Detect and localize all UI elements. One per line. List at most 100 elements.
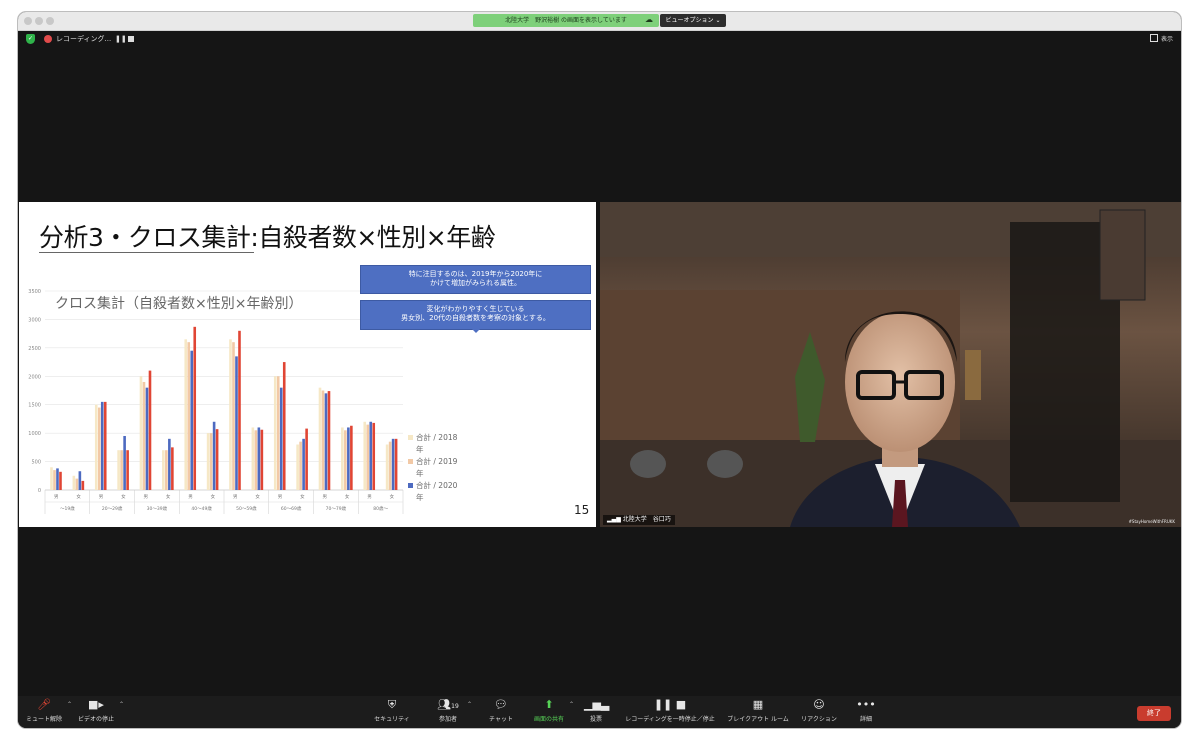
pause-recording-icon[interactable]: ❚❚ xyxy=(115,34,127,44)
bar xyxy=(53,470,56,490)
y-tick-label: 1500 xyxy=(28,403,41,409)
chevron-up-icon[interactable]: ⌃ xyxy=(569,701,574,708)
legend-label-suffix: 年 xyxy=(416,444,424,454)
more-dots-icon: ••• xyxy=(856,698,876,711)
chevron-up-icon[interactable]: ⌃ xyxy=(119,701,124,708)
chevron-up-icon[interactable]: ⌃ xyxy=(467,701,472,708)
video-frame xyxy=(600,202,1181,527)
polls-button[interactable]: ▁▅▃ 投票 xyxy=(584,699,609,724)
bar xyxy=(254,430,258,490)
bar xyxy=(148,370,152,490)
video-camera-icon: ■▸ xyxy=(88,698,104,711)
bar xyxy=(251,427,255,490)
y-tick-label: 1000 xyxy=(28,431,41,437)
end-meeting-button[interactable]: 終了 xyxy=(1137,706,1171,721)
bar xyxy=(120,450,123,490)
x-sex-label: 女 xyxy=(390,493,395,500)
x-sex-label: 男 xyxy=(233,494,238,500)
chart-title: クロス集計（自殺者数×性別×年齢別） xyxy=(55,296,303,312)
chat-button[interactable]: 💬︎ チャット xyxy=(484,698,518,724)
legend-label: 合計 / 2019 xyxy=(416,456,458,466)
breakout-rooms-label: ブレイクアウト ルーム xyxy=(727,716,789,723)
bar xyxy=(321,390,325,490)
bar xyxy=(257,427,261,490)
bar xyxy=(273,376,277,490)
recording-icon xyxy=(44,35,52,43)
bar xyxy=(388,441,392,490)
bar xyxy=(350,425,353,490)
bar xyxy=(232,342,235,490)
emoji-plus-icon: ☺ xyxy=(813,698,825,711)
participants-label: 参加者 xyxy=(438,716,457,723)
breakout-rooms-button[interactable]: ▦ ブレイクアウト ルーム xyxy=(726,699,790,724)
shield-check-icon[interactable]: ✓ xyxy=(26,34,35,44)
close-window-button[interactable] xyxy=(24,17,32,25)
share-screen-label: 画面の共有 xyxy=(533,716,564,723)
bar xyxy=(184,339,188,490)
participants-count: 19 xyxy=(451,703,459,710)
reactions-label: リアクション xyxy=(801,716,837,723)
bar xyxy=(206,433,210,490)
reactions-button[interactable]: ☺ リアクション xyxy=(798,698,840,724)
wall-art xyxy=(1099,209,1146,301)
view-toggle-button[interactable]: 表示 xyxy=(1149,34,1173,45)
unmute-button[interactable]: 🎤︎ ミュート解除 ⌃ xyxy=(24,699,72,724)
legend-swatch xyxy=(408,435,413,440)
view-options-button[interactable]: ビューオプション ⌄ xyxy=(660,14,726,27)
y-tick-label: 0 xyxy=(38,488,41,494)
more-button[interactable]: ••• 詳細 xyxy=(854,698,878,724)
security-button[interactable]: ⛨ セキュリティ xyxy=(370,699,414,724)
bar xyxy=(190,350,194,490)
signal-icon: ▂▄▆ xyxy=(607,516,623,523)
zoom-window-button[interactable] xyxy=(46,17,54,25)
bar xyxy=(103,401,107,490)
x-sex-label: 女 xyxy=(345,493,350,500)
callout-1-line-2: かけて増加がみられる属性。 xyxy=(430,279,521,287)
chat-bubble-icon: 💬︎ xyxy=(494,698,508,711)
legend-label: 合計 / 2018 xyxy=(416,432,458,442)
y-tick-label: 3000 xyxy=(28,317,41,323)
bar xyxy=(78,471,82,490)
callout-box-1: 特に注目するのは、2019年から2020年に かけて増加がみられる属性。 xyxy=(361,266,590,293)
pause-stop-icon: ❚❚ ■ xyxy=(653,698,687,711)
callout-1-line-1: 特に注目するのは、2019年から2020年に xyxy=(408,270,543,278)
x-sex-label: 女 xyxy=(76,493,81,500)
shared-slide: 分析3・クロス集計:自殺者数×性別×年齢 0 500 1000 1500 2000 250… xyxy=(19,202,596,527)
minimize-window-button[interactable] xyxy=(35,17,43,25)
bar xyxy=(363,421,367,490)
cloud-icon: ☁ xyxy=(645,15,653,24)
y-tick-label: 2500 xyxy=(28,346,41,352)
legend-label-suffix: 年 xyxy=(416,492,424,502)
bar xyxy=(299,441,302,490)
bar xyxy=(391,438,395,490)
x-sex-label: 女 xyxy=(300,493,305,500)
participants-button[interactable]: 👥︎19 参加者 ⌃ xyxy=(432,699,472,724)
share-screen-button[interactable]: ⬆ 画面の共有 ⌃ xyxy=(532,698,574,724)
chevron-up-icon[interactable]: ⌃ xyxy=(67,701,72,708)
stop-recording-icon[interactable] xyxy=(128,36,134,42)
participant-video[interactable]: ▂▄▆ 北陸大学 谷口巧 #StayHomeWithFRUKK xyxy=(600,202,1181,527)
x-sex-label: 男 xyxy=(322,494,327,500)
meeting-toolbar: 🎤︎ ミュート解除 ⌃ ■▸ ビデオの停止 ⌃ ⛨ セキュリティ 👥︎19 参加者 ⌃ 💬︎ チ… xyxy=(18,696,1181,728)
bar xyxy=(209,433,213,490)
slide-page-number: 15 xyxy=(574,503,590,517)
more-label: 詳細 xyxy=(859,716,872,723)
bar xyxy=(366,424,370,490)
x-sex-label: 女 xyxy=(121,493,126,500)
x-age-label: 50〜59歳 xyxy=(236,505,257,512)
legend-swatch xyxy=(408,483,413,488)
bar xyxy=(97,407,101,490)
bar xyxy=(126,450,129,490)
stop-video-button[interactable]: ■▸ ビデオの停止 ⌃ xyxy=(76,698,124,724)
share-screen-icon: ⬆ xyxy=(544,698,554,711)
bar xyxy=(56,468,59,490)
recording-controls-button[interactable]: ❚❚ ■ レコーディングを一時停止／停止 xyxy=(622,698,718,724)
bar xyxy=(260,429,264,490)
unmute-label: ミュート解除 xyxy=(25,716,62,723)
x-age-label: 〜19歳 xyxy=(60,505,75,512)
bar xyxy=(305,428,308,490)
view-toggle-label: 表示 xyxy=(1160,36,1173,43)
bar xyxy=(165,450,168,490)
bar xyxy=(394,438,398,490)
bar xyxy=(193,326,197,490)
